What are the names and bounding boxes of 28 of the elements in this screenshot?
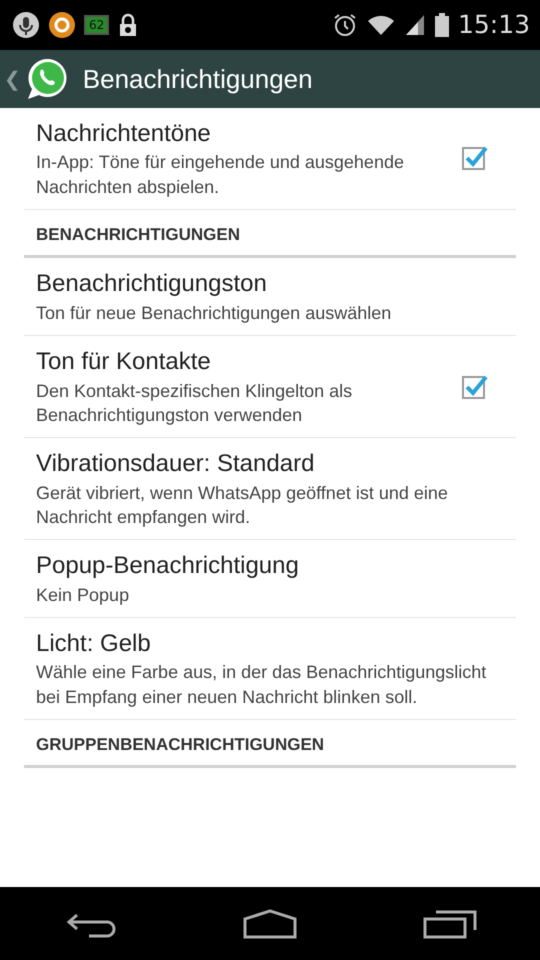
checkbox[interactable] [462, 145, 488, 172]
checkbox[interactable] [462, 374, 488, 400]
signal-icon [404, 13, 426, 37]
setting-title[interactable]: Nachrichtentöne [36, 118, 446, 150]
battery-icon [434, 12, 450, 38]
clock-time: 15:13 [458, 9, 530, 42]
setting-summary: Kein Popup [36, 584, 130, 607]
setting-title[interactable]: Vibrationsdauer: Standard [36, 448, 504, 481]
setting-summary: In-App: Töne für eingehende und ausgehende Nachrichten abspielen. [36, 151, 405, 199]
alarm-clock-icon [332, 12, 358, 38]
wifi-icon [366, 13, 396, 37]
back-chevron[interactable]: ❮ [0, 64, 21, 94]
section-header: GRUPPENBENACHRICHTIGUNGEN [24, 720, 516, 768]
battery-widget: 62 [84, 15, 110, 35]
setting-title[interactable]: Licht: Gelb [36, 628, 504, 660]
screen-title: Benachrichtigungen [82, 62, 313, 96]
setting-title[interactable]: Benachrichtigungston [36, 268, 504, 301]
microphone-icon [12, 11, 40, 39]
setting-title[interactable]: Popup-Benachrichtigung [36, 550, 504, 583]
recent-apps-icon[interactable] [423, 908, 478, 938]
setting-summary: Wähle eine Farbe aus, in der das Benachrichtigungslicht bei Empfang einer neuen Nachricht blinken soll. [36, 661, 488, 709]
home-icon[interactable] [242, 908, 298, 938]
setting-summary: Den Kontakt-spezifischen Klingelton als Benachrichtigungston verwenden [36, 380, 354, 427]
circle-app-icon [48, 11, 76, 39]
section-header: BENACHRICHTIGUNGEN [24, 210, 516, 258]
setting-title[interactable]: Ton für Kontakte [36, 346, 446, 379]
setting-summary: Gerät vibriert, wenn WhatsApp geöffnet ist und eine Nachricht empfangen wird. [36, 482, 449, 529]
setting-summary: Ton für neue Benachrichtigungen auswählen [36, 302, 392, 325]
